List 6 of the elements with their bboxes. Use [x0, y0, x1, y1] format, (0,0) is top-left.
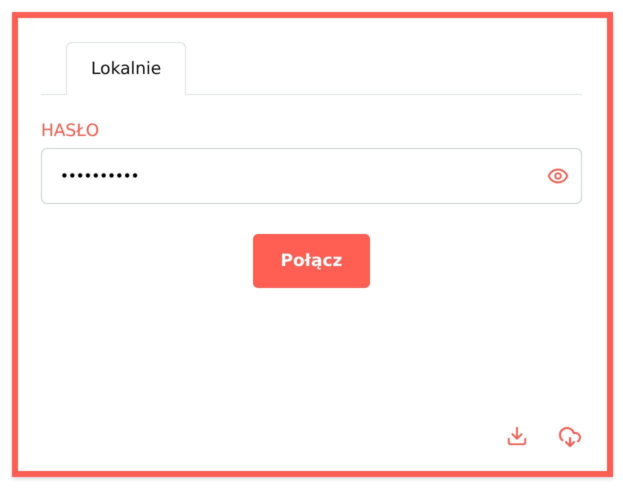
cloud-download-icon[interactable]: [558, 425, 582, 449]
download-icon[interactable]: [506, 425, 528, 447]
tab[interactable]: Lokalnie: [66, 42, 186, 95]
field-label: HASŁO: [41, 121, 100, 141]
password-value: ••••••••••: [60, 167, 140, 185]
password-field[interactable]: ••••••••••: [41, 148, 582, 204]
